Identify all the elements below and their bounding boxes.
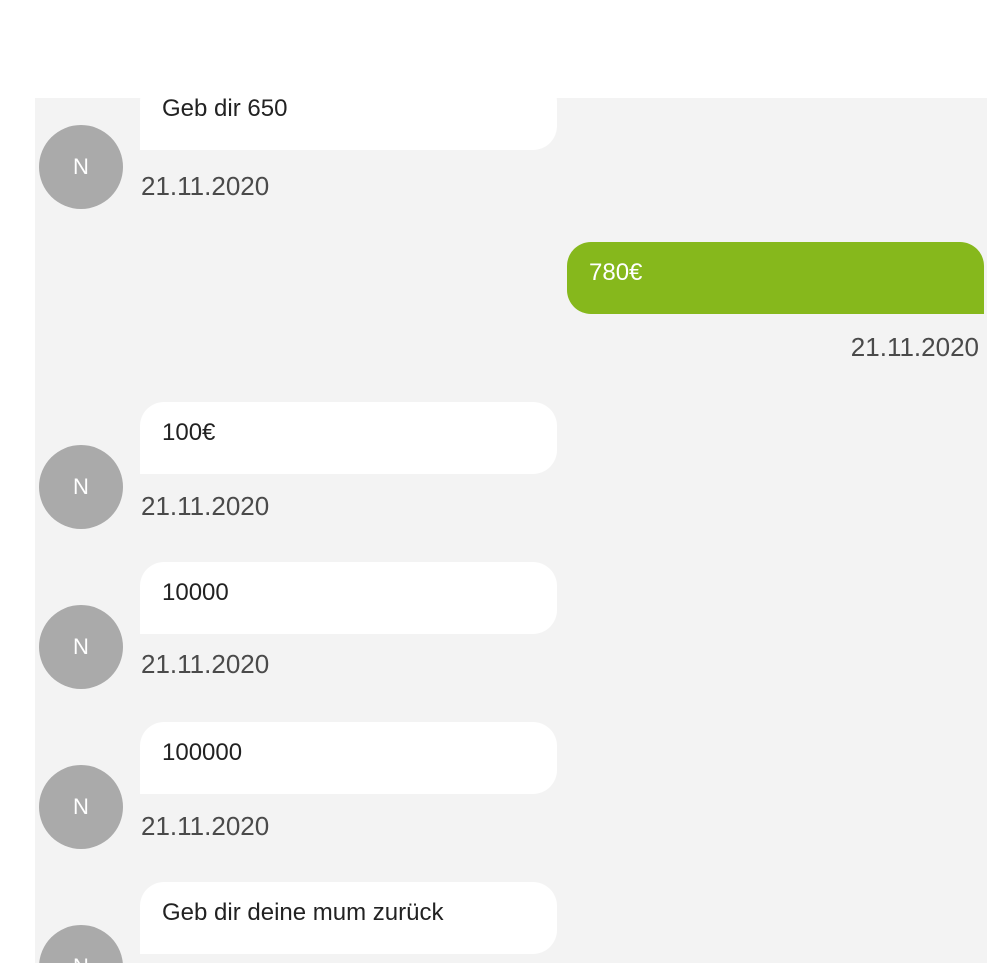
contact-avatar[interactable]: N — [39, 605, 123, 689]
avatar-initial: N — [73, 474, 89, 499]
message-timestamp: 21.11.2020 — [141, 649, 270, 679]
message-bubble-incoming[interactable]: Geb dir 650 — [140, 98, 557, 150]
message-text: Geb dir 650 — [162, 98, 288, 122]
message-bubble-incoming[interactable]: 10000 — [140, 562, 557, 634]
message-bubble-incoming[interactable]: Geb dir deine mum zurück — [140, 882, 557, 954]
message-text: 10000 — [162, 579, 229, 606]
contact-avatar[interactable]: N — [39, 125, 123, 209]
message-text: 780€ — [589, 259, 643, 286]
avatar-initial: N — [73, 954, 89, 963]
contact-avatar[interactable]: N — [39, 925, 123, 963]
avatar-initial: N — [73, 154, 89, 179]
message-text: Geb dir deine mum zurück — [162, 899, 444, 926]
message-text: 100€ — [162, 419, 216, 446]
message-timestamp: 21.11.2020 — [141, 171, 270, 201]
message-timestamp: 21.11.2020 — [141, 811, 270, 841]
message-bubble-incoming[interactable]: 100€ — [140, 402, 557, 474]
message-text: 100000 — [162, 739, 243, 766]
contact-avatar[interactable]: N — [39, 445, 123, 529]
message-timestamp: 21.11.2020 — [141, 491, 270, 521]
contact-avatar[interactable]: N — [39, 765, 123, 849]
avatar-initial: N — [73, 794, 89, 819]
avatar-initial: N — [73, 634, 89, 659]
message-bubble-outgoing[interactable]: 780€ — [567, 242, 984, 314]
message-bubble-incoming[interactable]: 100000 — [140, 722, 557, 794]
chat-thread[interactable]: Geb dir 650 N 21.11.2020 780€ 21.11.2020… — [35, 98, 987, 963]
message-timestamp: 21.11.2020 — [850, 332, 979, 362]
